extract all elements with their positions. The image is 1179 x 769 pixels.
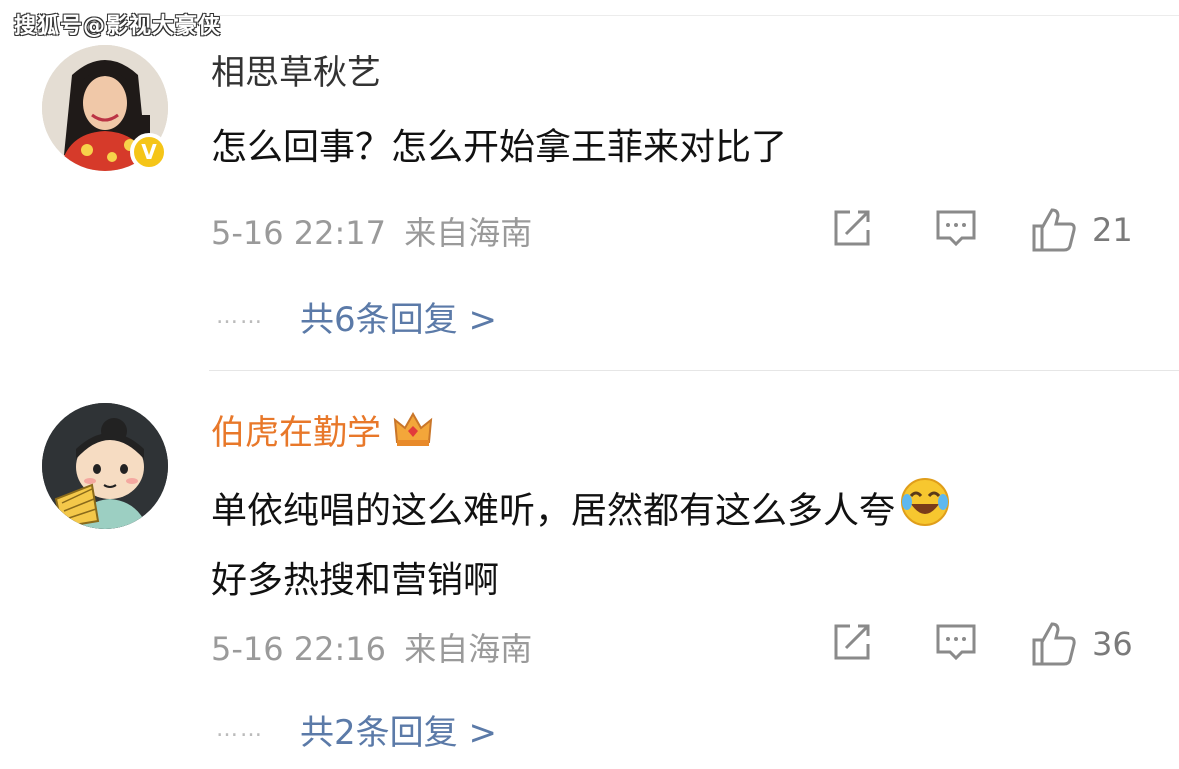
username[interactable]: 伯虎在勤学: [211, 411, 433, 457]
comment-actions: 36: [830, 620, 1140, 668]
reply-button[interactable]: [934, 620, 978, 664]
like-count: 21: [1092, 211, 1133, 249]
comment-divider: [209, 370, 1179, 371]
thumbs-up-icon: [1032, 622, 1076, 666]
comment-text: 单依纯唱的这么难听，居然都有这么多人夸 好多热搜和营销啊: [211, 476, 951, 613]
username[interactable]: 相思草秋艺: [211, 53, 381, 93]
comment-item: V 相思草秋艺 怎么回事？怎么开始拿王菲来对比了 5-16 22:17 来自海南: [0, 36, 1179, 370]
user-avatar[interactable]: [42, 403, 168, 529]
dots-separator: ……: [216, 304, 264, 329]
top-divider: [209, 15, 1179, 16]
share-button[interactable]: [830, 206, 874, 250]
comment-meta: 5-16 22:16 来自海南: [211, 624, 532, 670]
crown-icon: [393, 411, 433, 457]
like-button[interactable]: 21: [1030, 206, 1133, 254]
comment-icon: [936, 624, 976, 661]
comment-item: 伯虎在勤学 单依纯唱的这么难听，居然都有这么多人夸 好多热搜和营销啊 5-16 …: [0, 372, 1179, 769]
comment-actions: 21: [830, 206, 1140, 254]
comment-time: 5-16 22:16: [211, 630, 387, 668]
replies-row: …… 共2条回复 >: [216, 705, 497, 754]
comment-icon: [936, 210, 976, 247]
comment-location: 来自海南: [404, 630, 533, 668]
share-icon: [834, 210, 870, 246]
dots-separator: ……: [216, 717, 264, 742]
thumbs-up-icon: [1032, 208, 1076, 252]
view-replies-link[interactable]: 共2条回复 >: [300, 705, 497, 754]
comment-line: 单依纯唱的这么难听，居然都有这么多人夸: [211, 476, 951, 549]
reply-button[interactable]: [934, 206, 978, 250]
laughing-tears-emoji: [899, 476, 951, 549]
like-button[interactable]: 36: [1030, 620, 1133, 668]
verified-badge: V: [130, 133, 168, 171]
comment-line-text: 单依纯唱的这么难听，居然都有这么多人夸: [211, 490, 896, 532]
like-count: 36: [1092, 625, 1133, 663]
comment-text: 怎么回事？怎么开始拿王菲来对比了: [211, 116, 787, 180]
share-icon: [834, 624, 870, 660]
comment-location: 来自海南: [404, 214, 533, 252]
comment-line: 好多热搜和营销啊: [211, 560, 500, 601]
username-text: 伯虎在勤学: [211, 413, 381, 453]
comment-time: 5-16 22:17: [211, 214, 387, 252]
replies-row: …… 共6条回复 >: [216, 292, 497, 341]
view-replies-link[interactable]: 共6条回复 >: [300, 292, 497, 341]
cartoon-scholar-avatar: [42, 403, 168, 529]
share-button[interactable]: [830, 620, 874, 664]
comment-meta: 5-16 22:17 来自海南: [211, 208, 532, 254]
comment-line: 怎么回事？怎么开始拿王菲来对比了: [211, 127, 788, 168]
